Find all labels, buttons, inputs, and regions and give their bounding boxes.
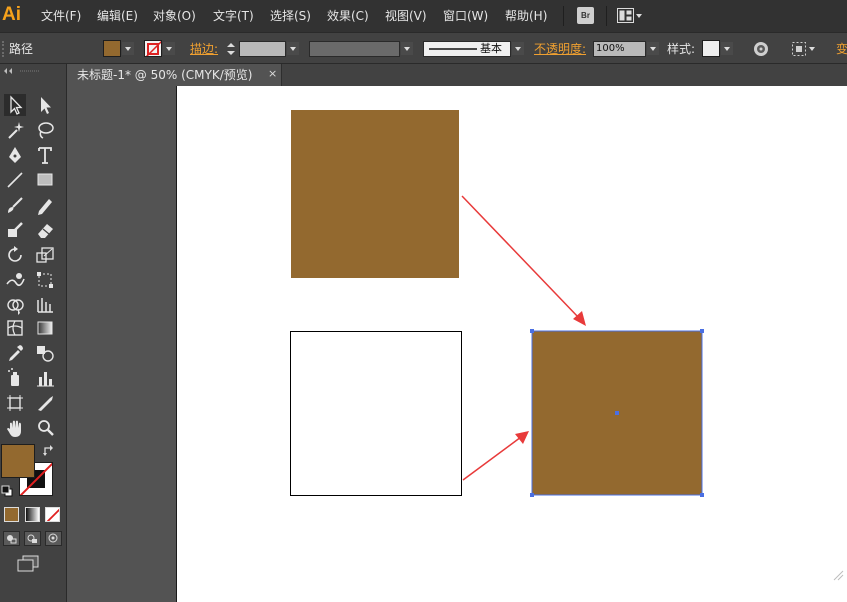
annotation-arrow-top [461,195,586,326]
center-point[interactable] [615,411,619,415]
empty-square-outline[interactable] [290,331,462,496]
anchor-top-right[interactable] [700,329,704,333]
anchor-bottom-left[interactable] [530,493,534,497]
filled-square-source[interactable] [291,110,459,278]
anchor-bottom-right[interactable] [700,493,704,497]
resize-grip[interactable] [833,570,844,581]
annotation-arrow-bottom [462,431,529,481]
anchor-top-left[interactable] [530,329,534,333]
artwork-layer [290,110,844,581]
